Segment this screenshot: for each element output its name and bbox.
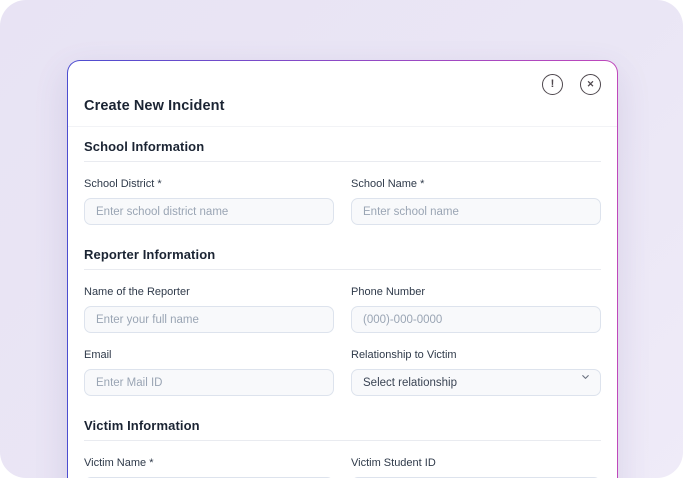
email-label: Email <box>84 349 334 361</box>
section-heading-reporter-information: Reporter Information <box>84 247 601 270</box>
create-incident-modal: ! ✕ Create New Incident School Informati… <box>67 60 618 478</box>
modal-title: Create New Incident <box>84 98 601 114</box>
reporter-name-label: Name of the Reporter <box>84 286 334 298</box>
page-background: ! ✕ Create New Incident School Informati… <box>0 0 683 478</box>
school-name-label: School Name * <box>351 178 601 190</box>
field-row: School District * School Name * <box>84 178 601 225</box>
reporter-name-input[interactable] <box>84 306 334 333</box>
school-district-label: School District * <box>84 178 334 190</box>
section-heading-school-information: School Information <box>84 139 601 162</box>
field-victim-name: Victim Name * <box>84 457 334 478</box>
modal-header: ! ✕ Create New Incident <box>68 61 617 127</box>
victim-student-id-label: Victim Student ID <box>351 457 601 469</box>
field-phone-number: Phone Number <box>351 286 601 333</box>
school-name-input[interactable] <box>351 198 601 225</box>
email-input[interactable] <box>84 369 334 396</box>
close-button[interactable]: ✕ <box>580 74 601 95</box>
close-icon: ✕ <box>587 80 595 89</box>
relationship-select-value: Select relationship <box>363 377 457 389</box>
section-heading-victim-information: Victim Information <box>84 418 601 441</box>
chevron-down-icon <box>580 372 591 383</box>
field-school-name: School Name * <box>351 178 601 225</box>
victim-name-label: Victim Name * <box>84 457 334 469</box>
modal-body: School Information School District * Sch… <box>68 139 617 478</box>
field-row: Email Relationship to Victim Select rela… <box>84 349 601 396</box>
alert-icon: ! <box>551 79 555 90</box>
phone-number-label: Phone Number <box>351 286 601 298</box>
field-victim-student-id: Victim Student ID <box>351 457 601 478</box>
alert-button[interactable]: ! <box>542 74 563 95</box>
modal-header-actions: ! ✕ <box>84 74 601 95</box>
field-email: Email <box>84 349 334 396</box>
field-row: Victim Name * Victim Student ID <box>84 457 601 478</box>
field-school-district: School District * <box>84 178 334 225</box>
relationship-to-victim-label: Relationship to Victim <box>351 349 601 361</box>
phone-number-input[interactable] <box>351 306 601 333</box>
field-reporter-name: Name of the Reporter <box>84 286 334 333</box>
field-relationship-to-victim: Relationship to Victim Select relationsh… <box>351 349 601 396</box>
field-row: Name of the Reporter Phone Number <box>84 286 601 333</box>
school-district-input[interactable] <box>84 198 334 225</box>
relationship-select[interactable]: Select relationship <box>351 369 601 396</box>
